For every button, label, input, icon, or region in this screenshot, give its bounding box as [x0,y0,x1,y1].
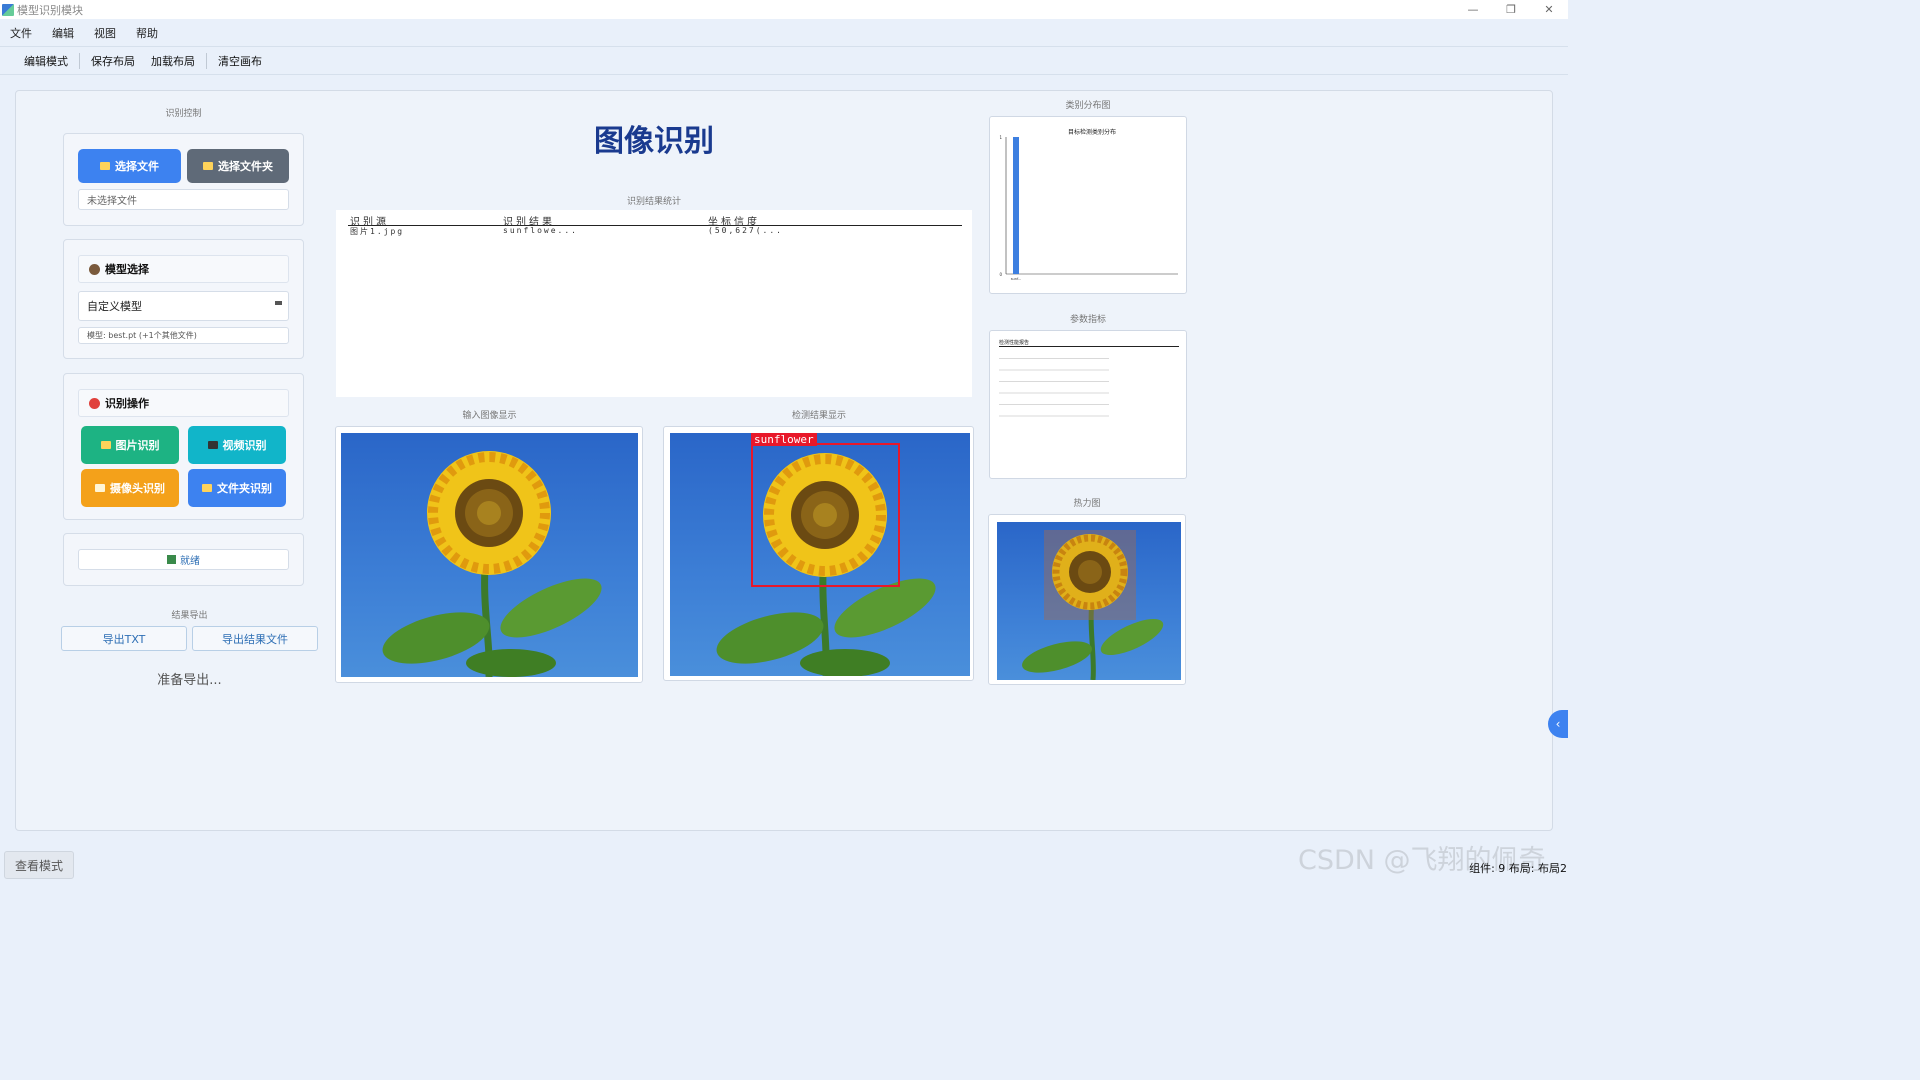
close-button[interactable]: ✕ [1530,0,1568,19]
menu-file[interactable]: 文件 [10,25,32,41]
operations-header: 识别操作 [78,389,289,417]
toolbar: 编辑模式 保存布局 加载布局 清空画布 [0,46,1568,75]
table-row: 图片1.jpg sunflowe... (50,627(... [348,226,962,237]
video-detect-label: 视频识别 [222,439,267,452]
cell-confidence: (50,627(... [708,226,783,235]
minimize-button[interactable]: — [1454,0,1492,19]
camera-icon [95,484,105,492]
select-folder-button[interactable]: 选择文件夹 [187,149,289,183]
cell-source: 图片1.jpg [350,227,405,236]
sunflower-picture [1022,530,1164,680]
metrics-divider [999,346,1179,347]
distribution-section-label: 类别分布图 [1065,101,1111,111]
control-section-label: 识别控制 [165,109,202,119]
export-result-button[interactable]: 导出结果文件 [192,626,318,651]
detection-tag: sunflower [751,433,817,446]
edit-mode-button[interactable]: 编辑模式 [16,53,76,69]
stats-table-area: 识别源 识别结果 坐标信度 图片1.jpg sunflowe... (50,62… [336,210,972,397]
chart-icon [167,555,176,564]
restore-button[interactable]: ❐ [1492,0,1530,19]
metrics-title: 检测性能报告 [999,340,1030,346]
toolbar-divider [206,52,207,69]
menu-view[interactable]: 视图 [94,25,116,41]
export-section-label: 结果导出 [171,611,208,621]
status-text: 就绪 [180,556,200,567]
metrics-section-label: 参数指标 [1069,315,1106,325]
chart-y-tick-label: 0 [999,272,1002,277]
view-mode-button[interactable]: 查看模式 [4,851,74,879]
select-folder-label: 选择文件夹 [218,160,273,173]
folder-icon [203,162,213,170]
status-field: 就绪 [78,549,289,570]
menu-edit[interactable]: 编辑 [52,25,74,41]
detection-box [751,443,900,587]
status-info: 组件: 9 布局: 布局2 [1469,862,1567,875]
distribution-chart-box: 目标检测类别分布 0 1 sunf... [989,116,1187,294]
model-select-value: 自定义模型 [87,300,142,313]
model-info-field: 模型: best.pt (+1个其他文件) [78,327,289,344]
page-title: 图像识别 [594,124,714,159]
export-status-text: 准备导出... [157,673,222,688]
chart-bar [1013,137,1019,274]
result-image-frame: sunflower [663,426,974,681]
folder-detect-label: 文件夹识别 [217,482,272,495]
heatmap-section-label: 热力图 [1073,499,1101,509]
operations-header-label: 识别操作 [105,397,149,410]
video-detect-button[interactable]: 视频识别 [188,426,286,464]
heatmap-image [997,522,1181,680]
camera-detect-label: 摄像头识别 [110,482,165,495]
distribution-chart: 目标检测类别分布 0 1 sunf... [999,128,1178,281]
heatmap-frame [988,514,1186,685]
folder-icon [202,484,212,492]
select-file-button[interactable]: 选择文件 [78,149,181,183]
cell-result: sunflowe... [503,226,578,235]
input-image [341,433,638,677]
stats-table-header: 识别源 识别结果 坐标信度 [348,213,962,228]
toolbar-divider [79,52,80,69]
chart-x-tick-label: sunf... [1011,277,1022,281]
folder-detect-button[interactable]: 文件夹识别 [188,469,286,507]
folder-icon [100,162,110,170]
metrics-rows [999,350,1109,425]
file-status-field: 未选择文件 [78,189,289,210]
sunflower-picture [382,451,602,677]
image-detect-button[interactable]: 图片识别 [81,426,179,464]
window-title: 模型识别模块 [17,3,83,17]
image-detect-label: 图片识别 [115,439,160,452]
chart-y-tick-label: 1 [999,135,1002,140]
stats-section-label: 识别结果统计 [626,197,681,207]
load-layout-button[interactable]: 加载布局 [143,53,203,69]
model-select[interactable]: 自定义模型 [78,291,289,321]
model-header: 模型选择 [78,255,289,283]
save-layout-button[interactable]: 保存布局 [83,53,143,69]
menu-bar: 文件 编辑 视图 帮助 [0,19,1568,46]
collapse-panel-button[interactable]: ‹ [1548,710,1568,738]
bear-icon [89,263,100,275]
model-header-label: 模型选择 [105,263,149,276]
app-icon [2,3,14,16]
input-image-frame [335,426,643,683]
select-file-label: 选择文件 [115,160,159,173]
video-icon [207,441,218,449]
target-icon [89,397,100,409]
export-txt-button[interactable]: 导出TXT [61,626,187,651]
image-icon [100,441,111,449]
metrics-box: 检测性能报告 [989,330,1187,479]
menu-help[interactable]: 帮助 [136,25,158,41]
clear-canvas-button[interactable]: 清空画布 [210,53,270,69]
chart-title: 目标检测类别分布 [1068,128,1116,136]
title-bar: 模型识别模块 — ❐ ✕ [0,0,1568,19]
result-image-label: 检测结果显示 [791,411,846,421]
input-image-label: 输入图像显示 [462,411,517,421]
dropdown-icon [275,301,282,305]
camera-detect-button[interactable]: 摄像头识别 [81,469,179,507]
